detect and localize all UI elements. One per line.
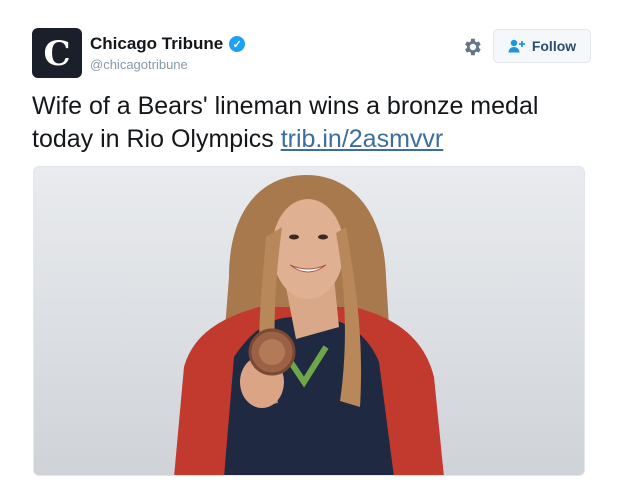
avatar[interactable]: C <box>32 28 82 78</box>
avatar-logo-letter: C <box>43 34 71 74</box>
tweet-photo[interactable] <box>33 166 585 476</box>
verified-icon: ✓ <box>229 36 246 52</box>
display-name-row: Chicago Tribune ✓ <box>90 34 246 54</box>
gear-icon[interactable] <box>461 36 483 58</box>
display-name[interactable]: Chicago Tribune <box>90 34 223 54</box>
follow-button[interactable]: Follow <box>493 29 591 63</box>
photo-illustration <box>34 167 584 475</box>
add-user-icon <box>508 39 526 53</box>
tweet-link[interactable]: trib.in/2asmvvr <box>281 125 444 153</box>
handle[interactable]: @chicagotribune <box>90 57 245 72</box>
author-block: Chicago Tribune ✓ @chicagotribune <box>90 34 246 72</box>
follow-label: Follow <box>531 38 577 54</box>
tweet-text: Wife of a Bears' lineman wins a bronze m… <box>32 90 592 156</box>
